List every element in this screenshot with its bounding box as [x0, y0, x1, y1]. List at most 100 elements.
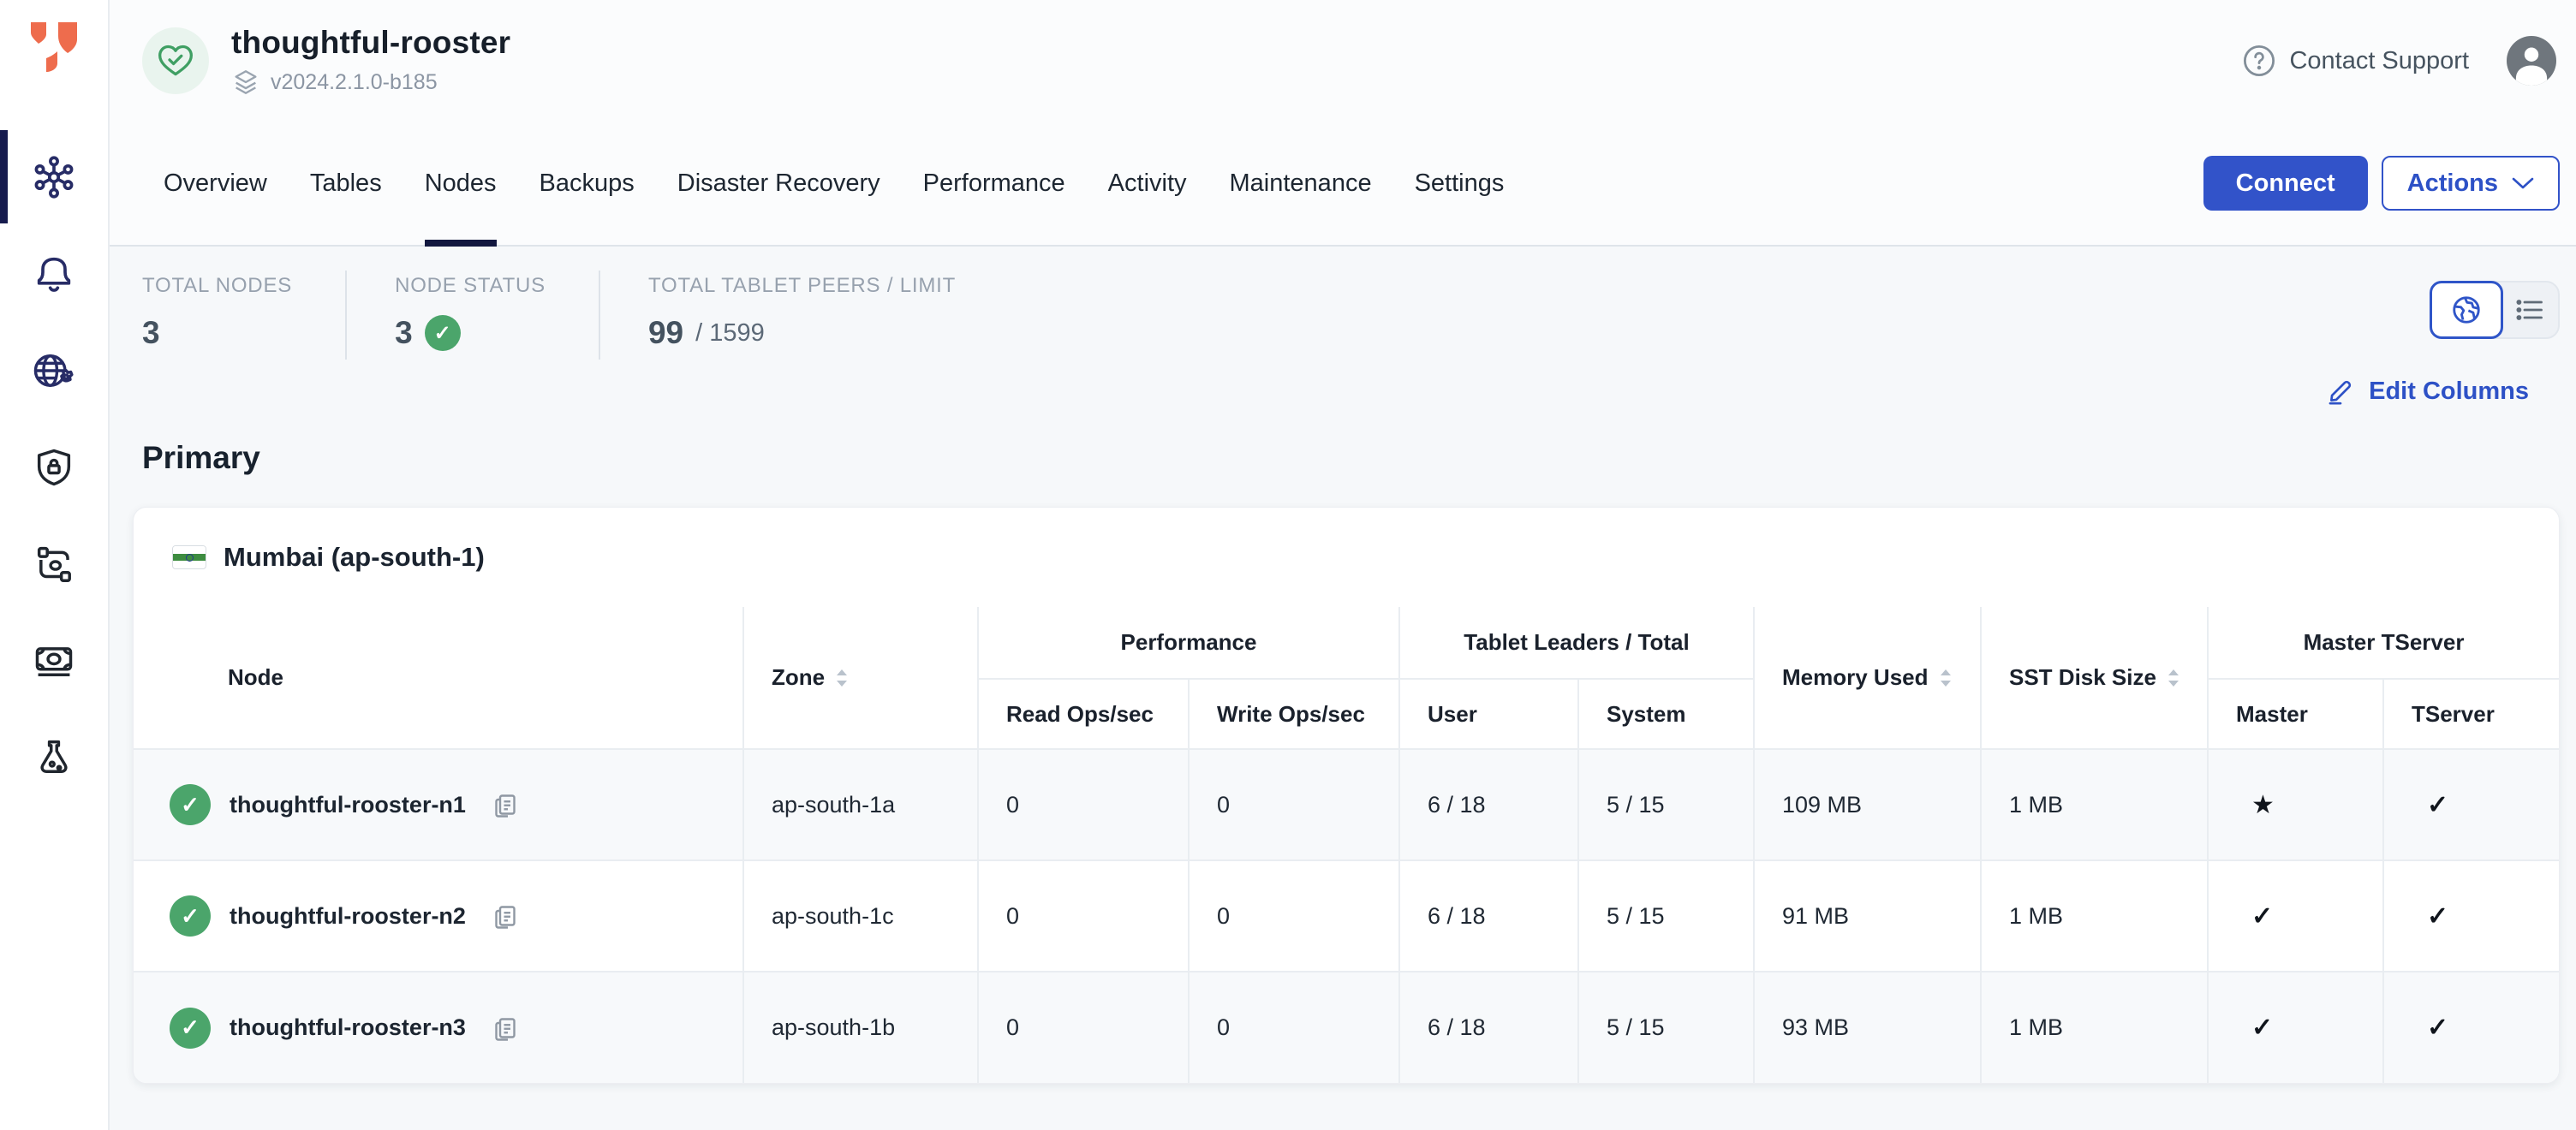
connect-button[interactable]: Connect [2203, 156, 2368, 211]
node-healthy-icon: ✓ [170, 784, 211, 825]
write-ops-cell: 0 [1189, 749, 1399, 860]
copy-icon[interactable] [490, 789, 521, 820]
node-name: thoughtful-rooster-n1 [230, 792, 466, 818]
write-ops-cell: 0 [1189, 860, 1399, 972]
node-healthy-icon: ✓ [170, 1008, 211, 1049]
tab-performance[interactable]: Performance [902, 122, 1087, 245]
sst-disk-size-cell: 1 MB [1981, 972, 2208, 1083]
sidebar [0, 0, 110, 1130]
read-ops-cell: 0 [978, 749, 1189, 860]
col-header-user: User [1399, 679, 1578, 749]
master-check-icon: ✓ [2208, 972, 2383, 1083]
stat-total-nodes: TOTAL NODES 3 [142, 271, 347, 360]
sidebar-item-integrations[interactable] [0, 515, 108, 612]
billing-icon [32, 639, 76, 683]
edit-columns-button[interactable]: Edit Columns [2326, 377, 2529, 406]
bell-icon [32, 252, 76, 296]
stat-label: TOTAL TABLET PEERS / LIMIT [648, 274, 956, 298]
tab-activity[interactable]: Activity [1087, 122, 1208, 245]
stat-value: 99 [648, 315, 683, 351]
system-tablets-cell: 5 / 15 [1578, 860, 1754, 972]
table-row[interactable]: ✓ thoughtful-rooster-n2 ap-sout [134, 860, 2559, 972]
page-title: thoughtful-rooster [231, 25, 510, 61]
node-name: thoughtful-rooster-n2 [230, 903, 466, 930]
col-header-tserver: TServer [2383, 679, 2559, 749]
sidebar-item-security[interactable] [0, 419, 108, 515]
zone-cell: ap-south-1c [743, 860, 978, 972]
tserver-check-icon: ✓ [2383, 972, 2559, 1083]
col-header-sst-disk-size[interactable]: SST Disk Size [1981, 607, 2208, 749]
sort-icon [835, 668, 849, 688]
sidebar-item-labs[interactable] [0, 709, 108, 806]
yugabyte-logo-icon[interactable] [29, 21, 79, 74]
node-name: thoughtful-rooster-n3 [230, 1014, 466, 1041]
cluster-health-badge [142, 27, 209, 94]
tab-backups[interactable]: Backups [518, 122, 656, 245]
clusters-icon [32, 155, 76, 199]
sidebar-item-billing[interactable] [0, 612, 108, 709]
sst-disk-size-cell: 1 MB [1981, 749, 2208, 860]
tab-maintenance[interactable]: Maintenance [1208, 122, 1393, 245]
version-label: v2024.2.1.0-b185 [271, 70, 438, 95]
tab-tables[interactable]: Tables [289, 122, 403, 245]
tab-overview[interactable]: Overview [142, 122, 289, 245]
tab-settings[interactable]: Settings [1393, 122, 1526, 245]
col-header-zone-label: Zone [772, 664, 825, 691]
user-avatar[interactable] [2507, 36, 2556, 86]
col-header-zone[interactable]: Zone [743, 607, 978, 749]
copy-icon[interactable] [490, 1013, 521, 1044]
integrations-icon [32, 542, 76, 586]
sidebar-item-alerts[interactable] [0, 225, 108, 322]
stat-node-status: NODE STATUS 3 ✓ [395, 271, 600, 360]
col-header-read-ops: Read Ops/sec [978, 679, 1189, 749]
contact-support-label: Contact Support [2289, 47, 2469, 75]
table-row[interactable]: ✓ thoughtful-rooster-n1 ap-sout [134, 749, 2559, 860]
sst-disk-size-cell: 1 MB [1981, 860, 2208, 972]
edit-columns-label: Edit Columns [2369, 378, 2529, 406]
actions-button[interactable]: Actions [2382, 156, 2560, 211]
user-tablets-cell: 6 / 18 [1399, 972, 1578, 1083]
tab-bar: Overview Tables Nodes Backups Disaster R… [110, 122, 2576, 247]
list-icon [2514, 294, 2545, 325]
nodes-table: Node Zone Performance Tablet Leaders / T… [134, 607, 2559, 1083]
tserver-check-icon: ✓ [2383, 749, 2559, 860]
zone-cell: ap-south-1b [743, 972, 978, 1083]
globe-icon [2450, 294, 2483, 326]
col-header-system: System [1578, 679, 1754, 749]
region-card: Mumbai (ap-south-1) Node Zone [133, 507, 2560, 1084]
tab-nodes[interactable]: Nodes [403, 122, 518, 245]
user-tablets-cell: 6 / 18 [1399, 749, 1578, 860]
map-view-button[interactable] [2430, 281, 2503, 339]
system-tablets-cell: 5 / 15 [1578, 972, 1754, 1083]
master-leader-star-icon: ★ [2208, 749, 2383, 860]
flask-icon [32, 735, 76, 780]
stats-row: TOTAL NODES 3 NODE STATUS 3 ✓ TOTAL TABL… [110, 247, 2576, 368]
table-row[interactable]: ✓ thoughtful-rooster-n3 ap-sout [134, 972, 2559, 1083]
col-header-master: Master [2208, 679, 2383, 749]
stat-label: NODE STATUS [395, 274, 546, 298]
sidebar-item-network[interactable] [0, 322, 108, 419]
read-ops-cell: 0 [978, 860, 1189, 972]
globe-gear-icon [30, 348, 78, 393]
col-header-memory-used[interactable]: Memory Used [1754, 607, 1981, 749]
india-flag-icon [172, 545, 206, 569]
memory-used-cell: 109 MB [1754, 749, 1981, 860]
list-view-button[interactable] [2501, 282, 2558, 337]
write-ops-cell: 0 [1189, 972, 1399, 1083]
col-group-performance: Performance [978, 607, 1399, 679]
col-header-memory-label: Memory Used [1782, 664, 1929, 691]
sort-icon [1939, 668, 1953, 688]
actions-button-label: Actions [2407, 170, 2498, 198]
col-header-write-ops: Write Ops/sec [1189, 679, 1399, 749]
section-title: Primary [110, 406, 2576, 476]
stat-limit: / 1599 [695, 319, 765, 348]
chevron-down-icon [2512, 176, 2534, 190]
copy-icon[interactable] [490, 901, 521, 931]
zone-cell: ap-south-1a [743, 749, 978, 860]
stat-value: 3 [395, 315, 413, 351]
sidebar-item-clusters[interactable] [0, 128, 108, 225]
contact-support-link[interactable]: Contact Support [2241, 43, 2469, 79]
col-group-tablet-leaders: Tablet Leaders / Total [1399, 607, 1754, 679]
tab-disaster-recovery[interactable]: Disaster Recovery [656, 122, 902, 245]
view-toggle [2430, 281, 2560, 339]
